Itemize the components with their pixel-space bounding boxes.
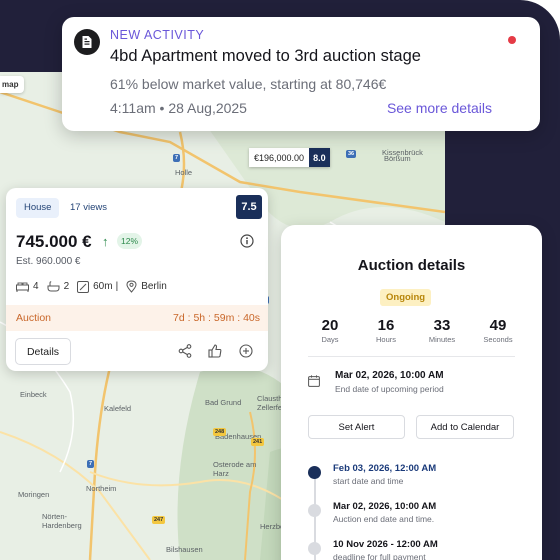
add-to-calendar-button[interactable]: Add to Calendar (416, 415, 514, 439)
auction-details-panel: Auction details Ongoing 20 Days 16 Hours… (281, 225, 542, 560)
calendar-icon (308, 374, 320, 392)
timeline-desc: start date and time (333, 476, 404, 486)
countdown-value: 20 (321, 317, 339, 334)
timeline-desc: deadline for full payment (333, 552, 426, 560)
bathrooms-count: 2 (63, 281, 70, 292)
area-icon (77, 280, 90, 293)
property-price: 745.000 € (16, 232, 92, 251)
score-badge: 7.5 (236, 195, 262, 219)
map-place-label: Kalefeld (104, 404, 132, 413)
countdown-value: 16 (377, 317, 395, 334)
notification-title: 4bd Apartment moved to 3rd auction stage (110, 47, 421, 65)
bathtub-icon (47, 281, 60, 292)
see-more-details-link[interactable]: See more details (387, 100, 492, 116)
property-features: 4 2 60m | Berlin (16, 280, 175, 293)
share-icon[interactable] (178, 344, 192, 363)
area-value: 60m (93, 281, 113, 292)
area-feature: 60m | (77, 280, 119, 293)
countdown-seconds: 49 Seconds (476, 317, 520, 344)
map-place-label: Bilshausen (166, 545, 203, 554)
trend-up-icon: ↑ (102, 234, 109, 249)
map-price-pin[interactable]: €196,000.00 8.0 (249, 148, 330, 167)
map-place-label: Einbeck (20, 390, 47, 399)
map-place-label: Nörten-Hardenberg (42, 512, 82, 530)
end-date: Mar 02, 2026, 10:00 AM (335, 370, 444, 381)
map-place-label: Moringen (18, 490, 50, 499)
map-place-label: Holle (175, 168, 193, 177)
map-place-label: Bad Grund (205, 398, 242, 407)
countdown-label: Days (321, 335, 339, 344)
pin-score: 8.0 (309, 148, 330, 167)
notification-eyebrow: NEW ACTIVITY (110, 28, 205, 42)
map-place-label: Northeim (86, 484, 117, 493)
add-icon[interactable] (239, 344, 253, 363)
auction-countdown: 7d : 5h : 59m : 40s (173, 312, 260, 324)
location-text: Berlin (141, 281, 167, 292)
notification-time: 4:11am • 28 Aug,2025 (110, 100, 247, 116)
unread-dot (508, 36, 516, 44)
app-stage: Holle Kissenbrück Börßum Einbeck Kalefel… (0, 0, 560, 560)
road-shield: 241 (251, 438, 265, 446)
map-place-label: Börßum (384, 154, 411, 163)
countdown-minutes: 33 Minutes (420, 317, 464, 344)
countdown-label: Hours (375, 335, 396, 344)
map-place-label: Osterode am Harz (213, 460, 257, 478)
timeline-dot (308, 466, 321, 479)
timeline-date: Mar 02, 2026, 10:00 AM (333, 501, 437, 512)
timeline-date: 10 Nov 2026 - 12:00 AM (333, 539, 438, 550)
panel-title: Auction details (357, 257, 466, 274)
countdown-days: 20 Days (308, 317, 352, 344)
countdown-hours: 16 Hours (364, 317, 408, 344)
location-feature: Berlin (126, 280, 167, 293)
countdown-value: 49 (489, 317, 507, 334)
views-count: 17 views (70, 202, 107, 213)
thumbs-up-icon[interactable] (208, 344, 222, 363)
bedrooms-count: 4 (33, 281, 39, 292)
road-shield: 248 (213, 428, 227, 436)
set-alert-button[interactable]: Set Alert (308, 415, 405, 439)
activity-notification[interactable]: NEW ACTIVITY 4bd Apartment moved to 3rd … (62, 17, 540, 131)
details-button[interactable]: Details (15, 338, 71, 365)
road-shield: 247 (152, 516, 166, 524)
timeline-dot (308, 542, 321, 555)
countdown-label: Seconds (483, 335, 513, 344)
document-icon (74, 29, 100, 55)
road-shield: 7 (87, 460, 95, 468)
auction-bar: Auction 7d : 5h : 59m : 40s (6, 305, 268, 331)
timeline-date: Feb 03, 2026, 12:00 AM (333, 463, 437, 474)
timeline-desc: Auction end date and time. (333, 514, 435, 524)
countdown-label: Minutes (428, 335, 456, 344)
notification-body: 61% below market value, starting at 80,7… (110, 76, 387, 92)
divider (308, 356, 515, 357)
road-shield: 36 (346, 150, 357, 158)
bedrooms-feature: 4 (16, 281, 39, 292)
area-separator: | (115, 281, 119, 292)
pin-price: €196,000.00 (249, 148, 310, 167)
location-pin-icon (126, 280, 137, 293)
price-change-badge: 12% (117, 233, 143, 249)
estimated-value: Est. 960.000 € (16, 256, 81, 267)
road-shield: 7 (173, 154, 181, 162)
auction-label: Auction (16, 312, 52, 324)
property-type-tag: House (16, 198, 60, 218)
timeline-dot (308, 504, 321, 517)
end-date-description: End date of upcoming period (335, 384, 444, 394)
info-icon[interactable] (240, 234, 254, 253)
status-badge: Ongoing (380, 289, 432, 306)
bed-icon (16, 282, 29, 292)
bathrooms-feature: 2 (47, 281, 70, 292)
auction-countdown-timer: 20 Days 16 Hours 33 Minutes 49 Seconds (308, 317, 520, 344)
map-type-button[interactable]: map (0, 76, 24, 93)
property-card[interactable]: House 17 views 7.5 745.000 € ↑ 12% Est. … (6, 188, 268, 371)
countdown-value: 33 (433, 317, 451, 334)
